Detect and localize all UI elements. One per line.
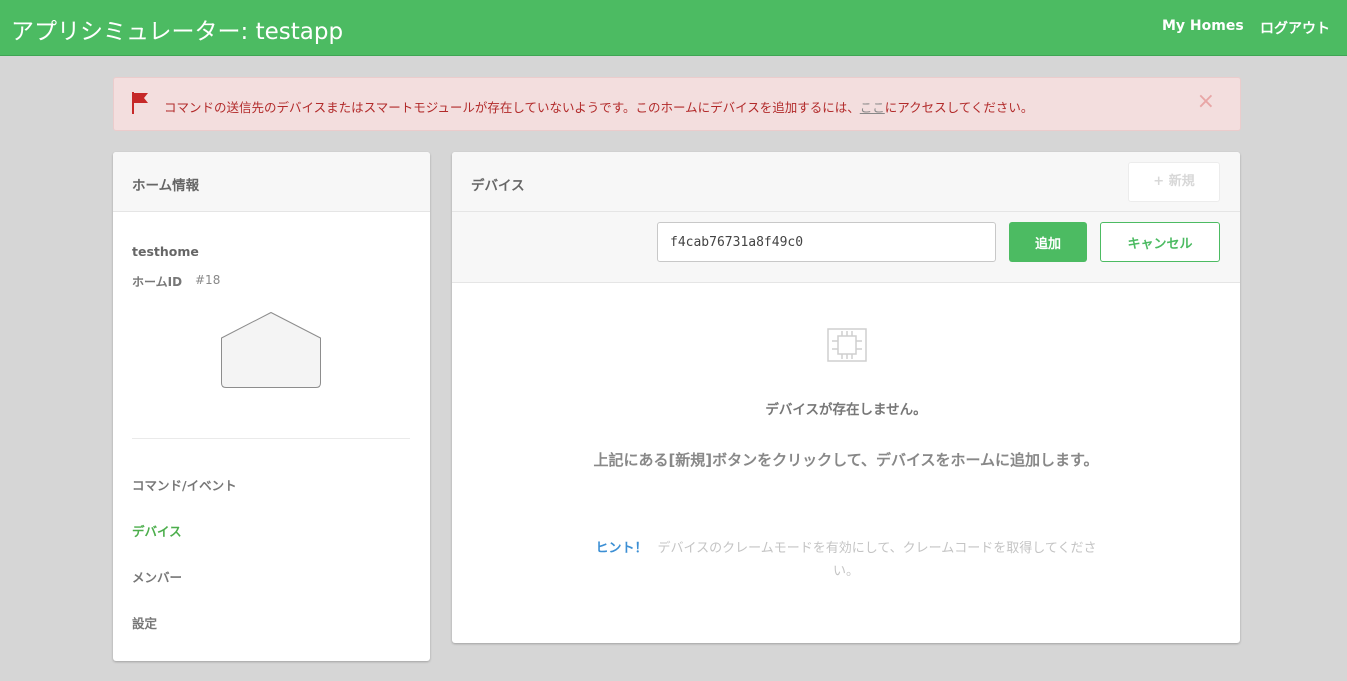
hint-text: ヒント！ デバイスのクレームモードを有効にして、クレームコードを取得してください。 — [586, 538, 1106, 584]
hint-message: デバイスのクレームモードを有効にして、クレームコードを取得してください。 — [657, 541, 1097, 579]
alert-message-after: にアクセスしてください。 — [884, 100, 1034, 115]
empty-state-title: デバイスが存在しません。 — [765, 402, 927, 418]
sidebar-divider — [132, 438, 410, 439]
close-icon[interactable]: × — [1197, 91, 1215, 113]
home-name: testhome — [132, 244, 199, 259]
cancel-button[interactable]: キャンセル — [1100, 222, 1220, 262]
error-alert: コマンドの送信先のデバイスまたはスマートモジュールが存在していないようです。この… — [113, 77, 1241, 131]
home-id-label: ホームID — [132, 275, 183, 289]
home-info-title: ホーム情報 — [132, 178, 200, 194]
app-title: アプリシミュレーター: testapp — [11, 19, 344, 45]
flag-icon — [131, 91, 149, 118]
my-homes-link[interactable]: My Homes — [1162, 18, 1244, 34]
new-device-button[interactable]: + 新規 — [1128, 162, 1220, 202]
top-bar: アプリシミュレーター: testapp My Homes ログアウト — [0, 0, 1347, 56]
home-id-value: #18 — [195, 273, 221, 287]
alert-message-before: コマンドの送信先のデバイスまたはスマートモジュールが存在していないようです。この… — [164, 100, 860, 115]
add-button[interactable]: 追加 — [1009, 222, 1087, 262]
sidebar-item-members[interactable]: メンバー — [132, 567, 182, 586]
sidebar-item-devices[interactable]: デバイス — [132, 521, 182, 540]
empty-state-description: 上記にある[新規]ボタンをクリックして、デバイスをホームに追加します。 — [593, 451, 1099, 469]
home-info-header: ホーム情報 — [113, 152, 430, 212]
alert-here-link[interactable]: ここ — [860, 100, 885, 115]
sidebar-item-commands-events[interactable]: コマンド/イベント — [132, 475, 237, 494]
devices-title: デバイス — [471, 178, 525, 194]
hint-label: ヒント！ — [595, 541, 648, 556]
home-info-panel: ホーム情報 testhome ホームID #18 コマンド/イベント デバイス … — [113, 152, 430, 661]
chip-icon — [827, 328, 867, 366]
house-icon — [220, 311, 322, 393]
devices-panel: デバイス + 新規 追加 キャンセル デバイスが存在しません。 上記にある[新規… — [452, 152, 1240, 643]
add-device-row: 追加 キャンセル — [452, 212, 1240, 283]
devices-header: デバイス + 新規 — [452, 152, 1240, 212]
device-id-input[interactable] — [657, 222, 996, 262]
alert-message: コマンドの送信先のデバイスまたはスマートモジュールが存在していないようです。この… — [164, 97, 1033, 116]
logout-link[interactable]: ログアウト — [1260, 18, 1330, 38]
sidebar-item-settings[interactable]: 設定 — [132, 613, 157, 632]
